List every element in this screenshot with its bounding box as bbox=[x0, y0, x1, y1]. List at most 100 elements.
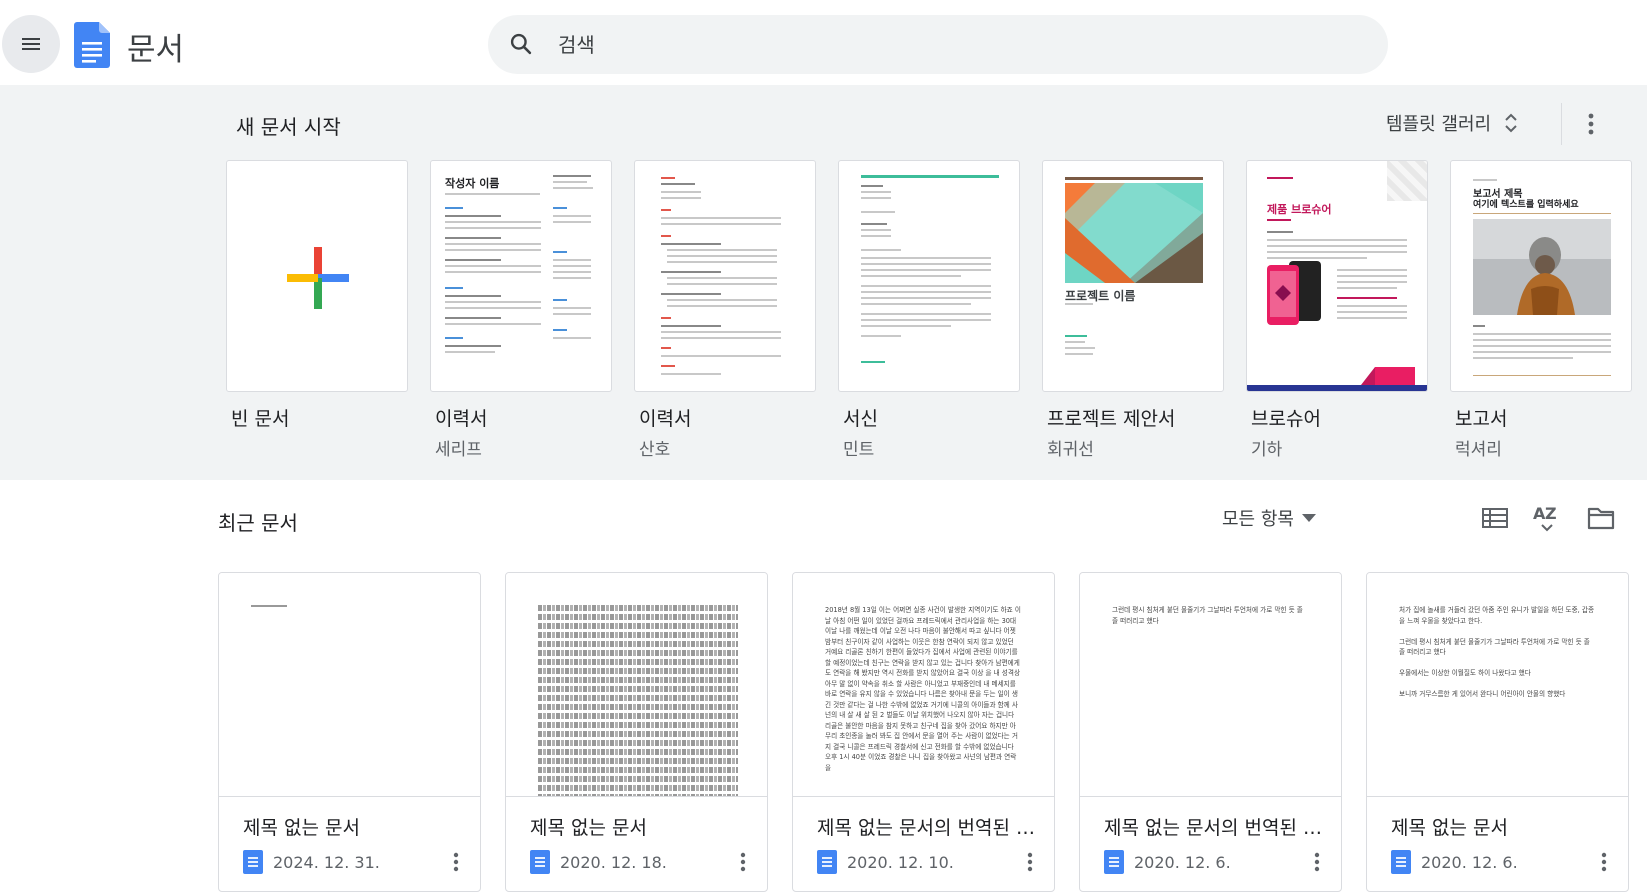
doc-meta: 2020. 12. 18. bbox=[530, 849, 667, 875]
template-preview-heading: 프로젝트 이름 bbox=[1065, 289, 1136, 303]
arrow-drop-down-icon bbox=[1301, 514, 1316, 522]
template-preview-subheading: 여기에 텍스트를 입력하세요 bbox=[1473, 200, 1579, 210]
doc-meta: 2020. 12. 6. bbox=[1104, 849, 1231, 875]
owner-filter-dropdown[interactable]: 모든 항목 bbox=[1222, 502, 1316, 534]
recent-doc-card[interactable]: 2018년 8월 13일 이는 어쩌면 실종 사건이 발생한 지역이기도 하죠 … bbox=[792, 572, 1055, 892]
more-vert-icon bbox=[1588, 113, 1594, 135]
docs-file-icon bbox=[243, 850, 263, 874]
docs-file-icon bbox=[530, 850, 550, 874]
doc-meta: 2024. 12. 31. bbox=[243, 849, 380, 875]
more-vert-icon bbox=[1027, 852, 1033, 872]
template-project-proposal[interactable]: 프로젝트 이름 프로젝트 제안서 회귀선 bbox=[1042, 160, 1224, 460]
search-bar[interactable] bbox=[488, 15, 1388, 74]
doc-more-button[interactable] bbox=[1018, 847, 1042, 877]
doc-title: 제목 없는 문서의 번역된 사본 bbox=[1104, 817, 1329, 839]
template-blank[interactable]: 빈 문서 bbox=[226, 160, 408, 431]
template-resume-serif[interactable]: 작성자 이름 이력서 세리프 bbox=[430, 160, 612, 460]
recent-doc-card[interactable]: 제목 없는 문서 2020. 12. 18. bbox=[505, 572, 768, 892]
template-more-button[interactable] bbox=[1576, 107, 1606, 141]
doc-more-button[interactable] bbox=[731, 847, 755, 877]
doc-more-button[interactable] bbox=[1305, 847, 1329, 877]
template-name: 보고서 bbox=[1455, 408, 1508, 430]
file-picker-button[interactable] bbox=[1584, 501, 1618, 535]
doc-date: 2020. 12. 6. bbox=[1134, 852, 1231, 872]
search-icon[interactable] bbox=[508, 31, 534, 57]
unfold-more-icon bbox=[1505, 113, 1517, 133]
recent-doc-card[interactable]: 제목 없는 문서 2024. 12. 31. bbox=[218, 572, 481, 892]
template-preview-graphic bbox=[1267, 261, 1321, 325]
template-thumbnail[interactable]: 작성자 이름 bbox=[430, 160, 612, 392]
template-thumbnail[interactable]: 프로젝트 이름 bbox=[1042, 160, 1224, 392]
template-subtitle: 산호 bbox=[639, 440, 671, 460]
toolbar-divider bbox=[1561, 103, 1562, 145]
template-preview-heading: 작성자 이름 bbox=[445, 177, 500, 190]
doc-date: 2020. 12. 6. bbox=[1421, 852, 1518, 872]
template-subtitle: 기하 bbox=[1251, 440, 1283, 460]
doc-preview[interactable] bbox=[219, 573, 480, 797]
doc-title: 제목 없는 문서 bbox=[530, 817, 647, 839]
doc-title: 제목 없는 문서 bbox=[1391, 817, 1508, 839]
owner-filter-label: 모든 항목 bbox=[1222, 509, 1294, 530]
doc-preview-text: 처가 집에 놀새를 거들러 갔던 아줌 주인 유니가 발일을 하던 도중, 갑종… bbox=[1399, 606, 1595, 698]
docs-file-icon bbox=[817, 850, 837, 874]
recent-doc-card[interactable]: 처가 집에 놀새를 거들러 갔던 아줌 주인 유니가 발일을 하던 도중, 갑종… bbox=[1366, 572, 1629, 892]
doc-preview-text: 2018년 8월 13일 이는 어쩌면 실종 사건이 발생한 지역이기도 하죠 … bbox=[825, 606, 1023, 772]
template-preview-photo bbox=[1473, 219, 1611, 315]
template-brochure[interactable]: 제품 브로슈어 브로슈어 기하 bbox=[1246, 160, 1428, 460]
template-gallery-button[interactable]: 템플릿 갤러리 bbox=[1382, 103, 1525, 143]
template-thumbnail[interactable] bbox=[838, 160, 1020, 392]
folder-icon bbox=[1587, 507, 1615, 530]
doc-date: 2020. 12. 10. bbox=[847, 852, 954, 872]
app-header: 문서 bbox=[0, 0, 1647, 85]
doc-preview[interactable] bbox=[506, 573, 767, 797]
list-view-icon bbox=[1482, 508, 1508, 528]
doc-meta: 2020. 12. 10. bbox=[817, 849, 954, 875]
sort-button[interactable]: A Z bbox=[1530, 501, 1564, 535]
doc-date: 2020. 12. 18. bbox=[560, 852, 667, 872]
template-letter-mint[interactable]: 서신 민트 bbox=[838, 160, 1020, 460]
more-vert-icon bbox=[453, 852, 459, 872]
template-name: 프로젝트 제안서 bbox=[1047, 408, 1176, 430]
recent-doc-card[interactable]: 그런데 평시 침처게 붙던 물줄기가 그날따라 투언처에 가로 막힌 듯 졸졸 … bbox=[1079, 572, 1342, 892]
search-input[interactable] bbox=[558, 15, 1338, 74]
doc-preview[interactable]: 2018년 8월 13일 이는 어쩌면 실종 사건이 발생한 지역이기도 하죠 … bbox=[793, 573, 1054, 797]
template-subtitle: 세리프 bbox=[435, 440, 482, 460]
doc-more-button[interactable] bbox=[1592, 847, 1616, 877]
template-gallery-label: 템플릿 갤러리 bbox=[1386, 114, 1492, 135]
template-report-luxury[interactable]: 보고서 제목 여기에 텍스트를 입력하세요 보고서 럭셔리 bbox=[1450, 160, 1632, 460]
recent-section-title: 최근 문서 bbox=[218, 511, 298, 535]
more-vert-icon bbox=[1314, 852, 1320, 872]
template-subtitle: 민트 bbox=[843, 440, 875, 460]
doc-preview[interactable]: 처가 집에 놀새를 거들러 갔던 아줌 주인 유니가 발일을 하던 도중, 갑종… bbox=[1367, 573, 1628, 797]
template-thumbnail[interactable]: 보고서 제목 여기에 텍스트를 입력하세요 bbox=[1450, 160, 1632, 392]
app-title[interactable]: 문서 bbox=[127, 24, 184, 69]
doc-more-button[interactable] bbox=[444, 847, 468, 877]
template-thumbnail[interactable]: 제품 브로슈어 bbox=[1246, 160, 1428, 392]
template-thumbnail[interactable] bbox=[226, 160, 408, 392]
docs-file-icon bbox=[1391, 850, 1411, 874]
template-section: 새 문서 시작 템플릿 갤러리 빈 문서 작성자 이름 이력서 세리프 이력서 … bbox=[0, 85, 1647, 480]
template-name: 브로슈어 bbox=[1251, 408, 1321, 430]
hamburger-menu-icon bbox=[22, 38, 40, 50]
template-subtitle: 럭셔리 bbox=[1455, 440, 1502, 460]
svg-text:Z: Z bbox=[1545, 504, 1557, 523]
template-name: 빈 문서 bbox=[231, 408, 290, 430]
sort-az-icon: A Z bbox=[1533, 504, 1557, 532]
template-resume-coral[interactable]: 이력서 산호 bbox=[634, 160, 816, 460]
docs-logo-icon[interactable] bbox=[74, 22, 110, 68]
doc-title: 제목 없는 문서의 번역된 사본 bbox=[817, 817, 1042, 839]
more-vert-icon bbox=[740, 852, 746, 872]
template-preview-heading: 제품 브로슈어 bbox=[1267, 203, 1332, 216]
doc-preview-text bbox=[538, 605, 738, 796]
template-thumbnail[interactable] bbox=[634, 160, 816, 392]
template-name: 이력서 bbox=[639, 408, 692, 430]
doc-meta: 2020. 12. 6. bbox=[1391, 849, 1518, 875]
main-menu-button[interactable] bbox=[2, 15, 60, 73]
doc-preview[interactable]: 그런데 평시 침처게 붙던 물줄기가 그날따라 투언처에 가로 막힌 듯 졸졸 … bbox=[1080, 573, 1341, 797]
list-view-button[interactable] bbox=[1478, 501, 1512, 535]
template-section-title: 새 문서 시작 bbox=[236, 115, 341, 139]
doc-date: 2024. 12. 31. bbox=[273, 852, 380, 872]
template-preview-graphic bbox=[1065, 183, 1203, 283]
doc-preview-text: 그런데 평시 침처게 붙던 물줄기가 그날따라 투언처에 가로 막힌 듯 졸졸 … bbox=[1112, 606, 1303, 625]
more-vert-icon bbox=[1601, 852, 1607, 872]
